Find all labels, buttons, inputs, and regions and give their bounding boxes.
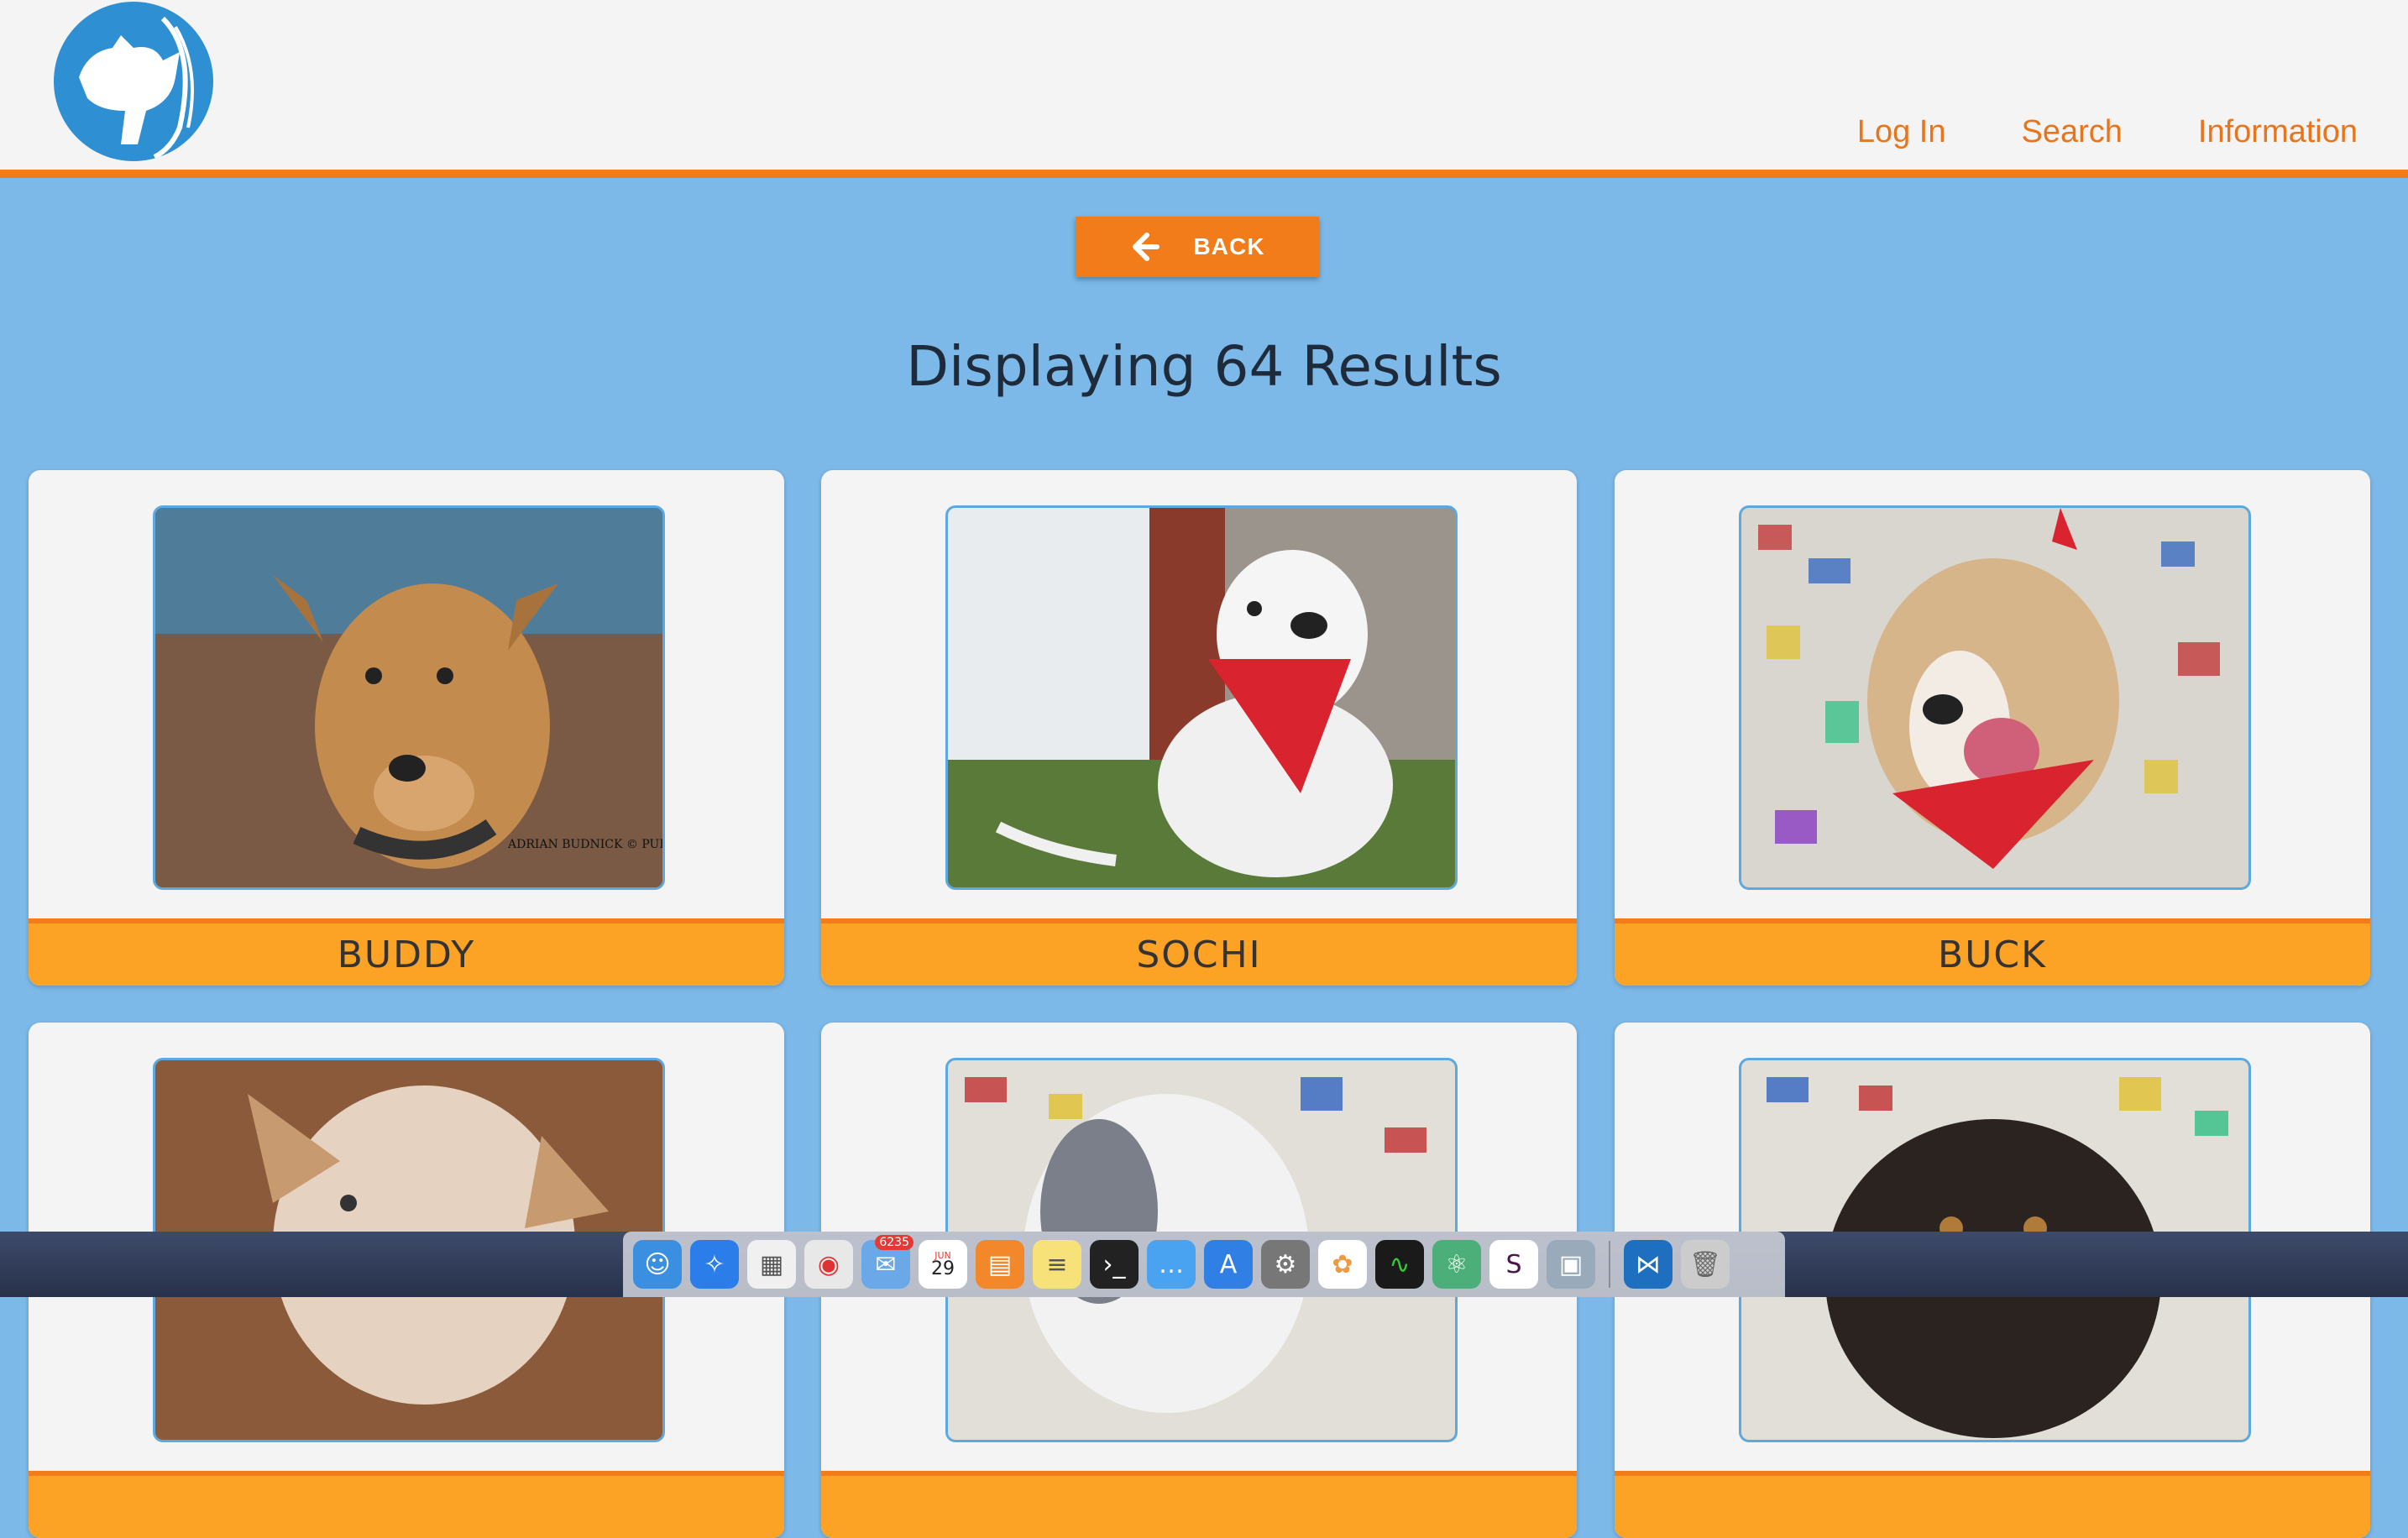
pet-card-buck[interactable]: BUCK bbox=[1615, 470, 2370, 986]
macos-dock: ☺ ✧ ▦ ◉ ✉ 6235 JUN 29 ▤ ≡ ›_ … A ⚙ ✿ ∿ ⚛ S… bbox=[623, 1232, 1785, 1297]
site-header: Log In Search Information bbox=[0, 0, 2408, 178]
system-preferences-icon[interactable]: ⚙ bbox=[1261, 1240, 1310, 1289]
pet-name: BUDDY bbox=[29, 918, 784, 986]
arrow-left-icon bbox=[1132, 233, 1160, 261]
calendar-day: 29 bbox=[931, 1258, 955, 1279]
messages-icon[interactable]: … bbox=[1147, 1240, 1196, 1289]
vscode-icon[interactable]: ⋈ bbox=[1624, 1240, 1673, 1289]
launchpad-icon[interactable]: ▦ bbox=[747, 1240, 796, 1289]
photos-icon[interactable]: ✿ bbox=[1318, 1240, 1367, 1289]
pet-photo bbox=[1739, 505, 2251, 890]
pet-card-sochi[interactable]: SOCHI bbox=[821, 470, 1577, 986]
site-logo[interactable] bbox=[54, 2, 213, 161]
trash-icon[interactable]: 🗑 bbox=[1681, 1240, 1730, 1289]
photo-watermark: ADRIAN BUDNICK © PUPTOGRAPHY 2019 bbox=[507, 838, 662, 851]
app-store-icon[interactable]: A bbox=[1204, 1240, 1253, 1289]
pet-name: BUCK bbox=[1615, 918, 2370, 986]
safari-icon[interactable]: ✧ bbox=[690, 1240, 739, 1289]
pet-card-buddy[interactable]: ADRIAN BUDNICK © PUPTOGRAPHY 2019 BUDDY bbox=[29, 470, 784, 986]
mail-badge: 6235 bbox=[875, 1235, 913, 1250]
nav-login[interactable]: Log In bbox=[1857, 114, 1946, 150]
pet-name bbox=[1615, 1471, 2370, 1538]
calendar-icon[interactable]: JUN 29 bbox=[919, 1240, 967, 1289]
atom-icon[interactable]: ⚛ bbox=[1432, 1240, 1481, 1289]
pet-name bbox=[29, 1471, 784, 1538]
nav-information[interactable]: Information bbox=[2198, 114, 2358, 150]
pet-name: SOCHI bbox=[821, 918, 1577, 986]
results-count-title: Displaying 64 Results bbox=[906, 334, 1502, 399]
terminal-icon[interactable]: ›_ bbox=[1090, 1240, 1139, 1289]
finder-icon[interactable]: ☺ bbox=[633, 1240, 682, 1289]
back-button-label: BACK bbox=[1193, 233, 1265, 259]
pet-photo: ADRIAN BUDNICK © PUPTOGRAPHY 2019 bbox=[153, 505, 665, 890]
calculator-icon[interactable]: ▤ bbox=[976, 1240, 1024, 1289]
main-nav: Log In Search Information bbox=[1857, 114, 2358, 150]
notes-icon[interactable]: ≡ bbox=[1033, 1240, 1081, 1289]
slack-icon[interactable]: S bbox=[1489, 1240, 1538, 1289]
activity-monitor-icon[interactable]: ∿ bbox=[1375, 1240, 1424, 1289]
preview-icon[interactable]: ▣ bbox=[1547, 1240, 1595, 1289]
mail-icon[interactable]: ✉ 6235 bbox=[861, 1235, 913, 1289]
pet-photo bbox=[945, 505, 1458, 890]
back-button[interactable]: BACK bbox=[1076, 217, 1319, 277]
dog-cat-logo-icon bbox=[79, 16, 194, 160]
pet-name bbox=[821, 1471, 1577, 1538]
nav-search[interactable]: Search bbox=[2022, 114, 2123, 150]
chrome-icon[interactable]: ◉ bbox=[804, 1240, 853, 1289]
dock-separator bbox=[1609, 1241, 1610, 1288]
